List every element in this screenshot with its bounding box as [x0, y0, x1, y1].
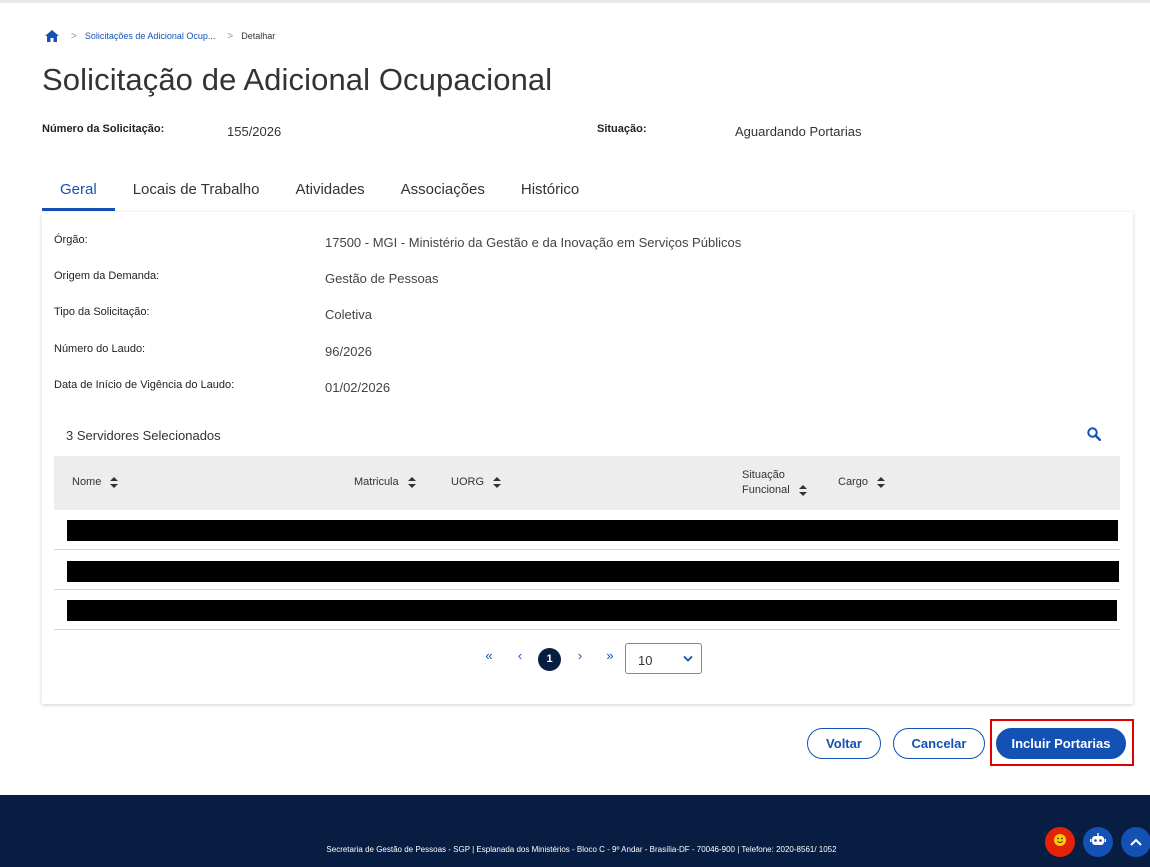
footer: Secretaria de Gestão de Pessoas - SGP | …: [0, 795, 1150, 867]
search-icon[interactable]: [1087, 427, 1102, 442]
column-label: UORG: [451, 476, 484, 488]
back-to-top-button[interactable]: [1121, 827, 1150, 857]
tab-bar: Geral Locais de Trabalho Atividades Asso…: [42, 178, 597, 211]
last-page-button[interactable]: »: [603, 648, 617, 663]
column-label: Situação: [742, 469, 785, 481]
next-page-button[interactable]: ›: [573, 648, 587, 663]
column-label: Nome: [72, 476, 102, 488]
column-header-cargo[interactable]: Cargo: [838, 476, 885, 488]
tab-atividades[interactable]: Atividades: [277, 178, 382, 211]
current-page[interactable]: 1: [538, 648, 561, 671]
cancelar-button[interactable]: Cancelar: [893, 728, 985, 759]
breadcrumb-link-solicitacoes[interactable]: Solicitações de Adicional Ocup...: [85, 31, 216, 41]
tab-geral[interactable]: Geral: [42, 178, 115, 211]
chatbot-button[interactable]: [1083, 827, 1113, 857]
situacao-label: Situação:: [597, 123, 647, 135]
page-title: Solicitação de Adicional Ocupacional: [42, 62, 553, 97]
column-header-situacao-funcional[interactable]: Situação Funcional: [742, 468, 807, 498]
highlight-box: [990, 719, 1134, 766]
column-label: Matricula: [354, 476, 399, 488]
tab-locais-de-trabalho[interactable]: Locais de Trabalho: [115, 178, 278, 211]
voltar-button[interactable]: Voltar: [807, 728, 881, 759]
prev-page-button[interactable]: ‹: [513, 648, 527, 663]
detail-label: Número do Laudo:: [54, 343, 146, 355]
redacted-content: [67, 600, 1117, 621]
footer-address: Secretaria de Gestão de Pessoas - SGP | …: [326, 845, 837, 854]
table-row[interactable]: [54, 510, 1120, 550]
detail-value: 96/2026: [325, 344, 372, 359]
servidores-table-header: Nome Matricula UORG Situação Funcional C…: [54, 456, 1120, 510]
detail-value: 17500 - MGI - Ministério da Gestão e da …: [325, 235, 742, 250]
detail-value: 01/02/2026: [325, 380, 391, 395]
robot-icon: [1090, 832, 1106, 852]
table-row[interactable]: [54, 550, 1120, 590]
numero-solicitacao-value: 155/2026: [227, 124, 282, 139]
detail-label: Órgão:: [54, 234, 88, 246]
servidores-title: 3 Servidores Selecionados: [66, 428, 221, 443]
page-size-value: 10: [638, 653, 653, 668]
detail-label: Origem da Demanda:: [54, 270, 160, 282]
geral-panel: Órgão: 17500 - MGI - Ministério da Gestã…: [42, 212, 1133, 704]
home-icon[interactable]: [45, 30, 59, 42]
sort-icon[interactable]: [493, 476, 501, 488]
emoji-feedback-button[interactable]: [1045, 827, 1075, 857]
redacted-content: [67, 520, 1118, 541]
sort-icon[interactable]: [407, 476, 416, 488]
page-size-select[interactable]: 10: [625, 643, 702, 674]
column-label: Funcional: [742, 484, 790, 496]
table-row[interactable]: [54, 590, 1120, 630]
column-header-matricula[interactable]: Matricula: [354, 476, 416, 488]
redacted-content: [67, 561, 1119, 582]
column-label: Cargo: [838, 476, 868, 488]
numero-solicitacao-label: Número da Solicitação:: [42, 123, 165, 135]
chevron-up-icon: [1130, 833, 1142, 851]
detail-value: Gestão de Pessoas: [325, 271, 439, 286]
column-header-nome[interactable]: Nome: [72, 476, 119, 488]
breadcrumb-separator: >: [71, 30, 77, 42]
breadcrumb-current: Detalhar: [241, 31, 276, 41]
first-page-button[interactable]: «: [482, 648, 496, 663]
pagination: « ‹ 1 › »: [42, 642, 1133, 674]
column-header-uorg[interactable]: UORG: [451, 476, 501, 488]
sort-icon[interactable]: [798, 485, 807, 496]
top-border: [0, 0, 1150, 3]
situacao-value: Aguardando Portarias: [735, 124, 862, 139]
breadcrumb-separator: >: [227, 30, 234, 42]
emoji-icon: [1053, 833, 1067, 852]
tab-associacoes[interactable]: Associações: [383, 178, 503, 211]
detail-label: Data de Início de Vigência do Laudo:: [54, 379, 235, 391]
detail-value: Coletiva: [325, 307, 372, 322]
detail-label: Tipo da Solicitação:: [54, 306, 150, 318]
tab-historico[interactable]: Histórico: [503, 178, 597, 211]
sort-icon[interactable]: [876, 476, 885, 488]
sort-icon[interactable]: [110, 476, 119, 488]
breadcrumb: > Solicitações de Adicional Ocup... > De…: [45, 28, 275, 44]
chevron-down-icon: [683, 650, 693, 662]
